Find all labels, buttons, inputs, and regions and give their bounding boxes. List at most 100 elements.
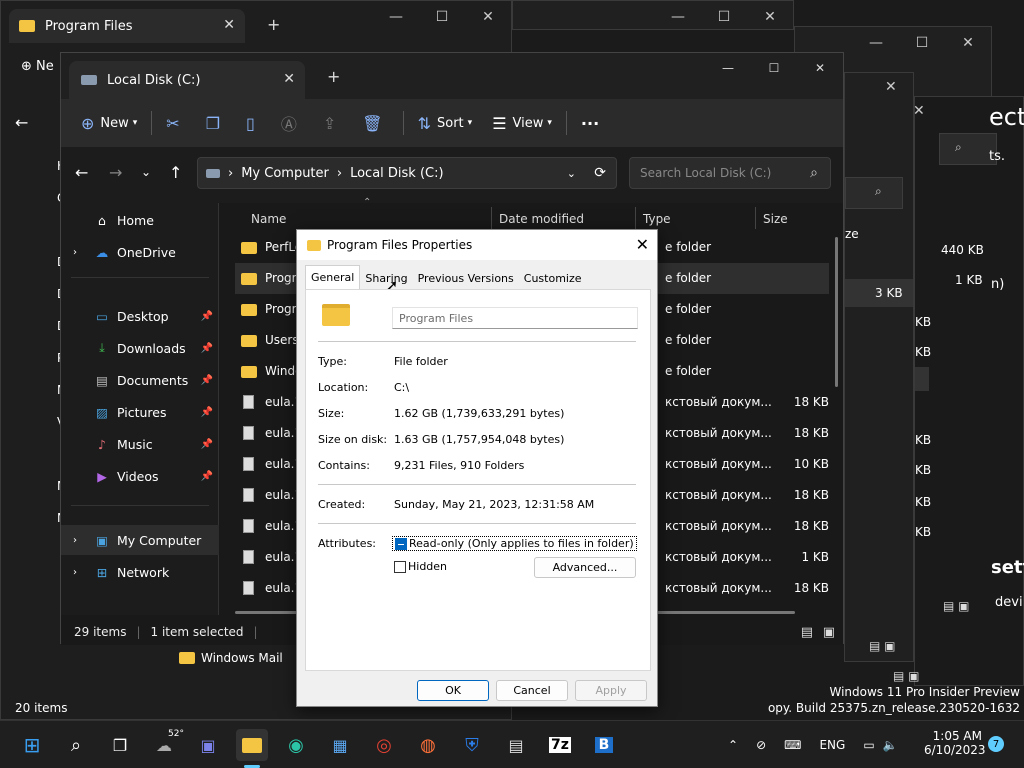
readonly-checkbox[interactable]: Read-only (Only applies to files in fold… bbox=[392, 536, 637, 551]
view-toggle-icons[interactable]: ▤ ▣ bbox=[869, 639, 896, 653]
teams-button[interactable]: ▣ bbox=[192, 729, 224, 761]
network-disconnected-icon[interactable]: ⊘ bbox=[756, 738, 766, 752]
bg-new-button[interactable]: ⊕ Ne bbox=[21, 59, 54, 74]
close-icon[interactable]: ✕ bbox=[636, 235, 649, 254]
background-window-5[interactable]: ✕ ⌕ ect ts. 440 KB 1 KB n) KB KB KB KB K… bbox=[893, 96, 1024, 686]
chevron-right-icon[interactable]: › bbox=[73, 247, 93, 258]
chevron-down-icon[interactable]: ⌄ bbox=[567, 167, 576, 180]
bg-tab[interactable]: Program Files ✕ bbox=[9, 9, 245, 43]
minimize-icon[interactable]: — bbox=[373, 1, 419, 33]
back-arrow-icon[interactable]: ← bbox=[75, 163, 88, 182]
pin-icon[interactable]: 📌 bbox=[201, 375, 213, 386]
breadcrumb-my-computer[interactable]: My Computer bbox=[241, 166, 329, 181]
close-icon[interactable]: ✕ bbox=[223, 17, 235, 33]
language-indicator[interactable]: ENG bbox=[819, 738, 845, 752]
pin-icon[interactable]: 📌 bbox=[201, 343, 213, 354]
more-options-button[interactable]: ··· bbox=[571, 105, 609, 141]
firefox-button[interactable]: ◍ bbox=[412, 729, 444, 761]
chevron-right-icon[interactable]: › bbox=[73, 535, 93, 546]
search-icon[interactable]: ⌕ bbox=[810, 165, 818, 181]
details-view-icon[interactable]: ▤ bbox=[801, 625, 813, 640]
view-toggle-icons[interactable]: ▤ ▣ bbox=[943, 599, 970, 613]
advanced-button[interactable]: Advanced... bbox=[534, 557, 636, 578]
edge-button[interactable]: ◉ bbox=[280, 729, 312, 761]
tiles-view-icon[interactable]: ▣ bbox=[823, 625, 835, 640]
minimize-icon[interactable]: — bbox=[655, 1, 701, 33]
maximize-icon[interactable]: ☐ bbox=[751, 53, 797, 83]
chrome-button[interactable]: ◎ bbox=[368, 729, 400, 761]
view-toggle-icons[interactable]: ▤ ▣ bbox=[893, 669, 920, 683]
view-button[interactable]: ☰ View ▾ bbox=[482, 105, 562, 141]
folder-name-input[interactable]: Program Files bbox=[392, 307, 638, 329]
search-input[interactable]: Search Local Disk (C:) ⌕ bbox=[629, 157, 831, 189]
background-window-4[interactable]: ✕ ⌕ ze 3 KB ▤ ▣ bbox=[844, 72, 914, 662]
properties-dialog[interactable]: Program Files Properties ✕ General Shari… bbox=[296, 229, 658, 707]
column-header-size[interactable]: Size bbox=[763, 207, 788, 231]
nav-videos[interactable]: ▶ Videos 📌 bbox=[61, 461, 219, 491]
forward-arrow-icon[interactable]: → bbox=[109, 163, 122, 182]
search-icon[interactable]: ⌕ bbox=[875, 184, 882, 199]
nav-music[interactable]: ♪ Music 📌 bbox=[61, 429, 219, 459]
chevron-up-icon[interactable]: ⌃ bbox=[728, 738, 738, 752]
share-button[interactable]: ⇪ bbox=[313, 105, 352, 141]
sort-button[interactable]: ⇅ Sort ▾ bbox=[408, 105, 483, 141]
nav-pictures[interactable]: ▨ Pictures 📌 bbox=[61, 397, 219, 427]
nav-network[interactable]: › ⊞ Network bbox=[61, 557, 219, 587]
close-icon[interactable]: ✕ bbox=[465, 1, 511, 33]
keyboard-icon[interactable]: ⌨ bbox=[784, 738, 801, 752]
nav-home[interactable]: ⌂ Home bbox=[61, 205, 219, 235]
delete-button[interactable]: 🗑 bbox=[352, 105, 398, 141]
cancel-button[interactable]: Cancel bbox=[496, 680, 568, 701]
maximize-icon[interactable]: ☐ bbox=[419, 1, 465, 33]
bg-selected-row[interactable] bbox=[915, 367, 929, 391]
tab-general[interactable]: General bbox=[305, 265, 361, 289]
pin-icon[interactable]: 📌 bbox=[201, 407, 213, 418]
new-button[interactable]: ⊕ New ▾ bbox=[71, 105, 147, 141]
breadcrumb-local-disk[interactable]: Local Disk (C:) bbox=[350, 166, 443, 181]
ok-button[interactable]: OK bbox=[417, 680, 489, 701]
file-explorer-button[interactable] bbox=[236, 729, 268, 761]
copy-button[interactable]: ❐ bbox=[196, 105, 236, 141]
back-arrow-icon[interactable]: ← bbox=[15, 113, 28, 132]
nav-documents[interactable]: ▤ Documents 📌 bbox=[61, 365, 219, 395]
tab-local-disk[interactable]: Local Disk (C:) ✕ bbox=[69, 61, 305, 99]
column-header-date[interactable]: Date modified bbox=[499, 207, 584, 231]
hidden-checkbox[interactable]: Hidden bbox=[394, 560, 447, 573]
tab-customize[interactable]: Customize bbox=[519, 267, 587, 289]
search-icon[interactable]: ⌕ bbox=[955, 140, 962, 155]
cut-button[interactable]: ✂ bbox=[156, 105, 195, 141]
column-header-name[interactable]: Name bbox=[251, 207, 286, 231]
bg-folder-row[interactable]: Windows Mail bbox=[179, 651, 283, 665]
nav-desktop[interactable]: ▭ Desktop 📌 bbox=[61, 301, 219, 331]
new-tab-icon[interactable]: + bbox=[327, 67, 340, 86]
chevron-right-icon[interactable]: › bbox=[73, 567, 93, 578]
nav-my-computer[interactable]: › ▣ My Computer bbox=[61, 525, 219, 555]
minimize-icon[interactable]: — bbox=[853, 27, 899, 59]
close-icon[interactable]: ✕ bbox=[747, 1, 793, 33]
apply-button[interactable]: Apply bbox=[575, 680, 647, 701]
rename-button[interactable]: Ⓐ bbox=[271, 105, 313, 141]
paste-button[interactable]: ▯ bbox=[236, 105, 271, 141]
up-arrow-icon[interactable]: ↑ bbox=[169, 163, 182, 182]
clock[interactable]: 1:05 AM 6/10/2023 bbox=[924, 729, 986, 757]
recent-chevron-icon[interactable]: ⌄ bbox=[141, 165, 151, 179]
refresh-icon[interactable]: ⟳ bbox=[594, 165, 606, 181]
close-icon[interactable]: ✕ bbox=[797, 53, 843, 83]
task-view-button[interactable]: ❐ bbox=[104, 729, 136, 761]
bg-search-box[interactable] bbox=[845, 177, 903, 209]
widgets-button[interactable]: ☁ 52° bbox=[148, 729, 184, 761]
close-icon[interactable]: ✕ bbox=[885, 79, 897, 95]
minimize-icon[interactable]: — bbox=[705, 53, 751, 83]
pin-icon[interactable]: 📌 bbox=[201, 471, 213, 482]
store-button[interactable]: ▦ bbox=[324, 729, 356, 761]
close-icon[interactable]: ✕ bbox=[913, 103, 925, 119]
nav-downloads[interactable]: ⤓ Downloads 📌 bbox=[61, 333, 219, 363]
start-button[interactable]: ⊞ bbox=[16, 729, 48, 761]
7zip-button[interactable]: 7z bbox=[544, 729, 576, 761]
maximize-icon[interactable]: ☐ bbox=[899, 27, 945, 59]
column-header-type[interactable]: Type bbox=[643, 207, 671, 231]
nav-onedrive[interactable]: › ☁ OneDrive bbox=[61, 237, 219, 267]
address-bar[interactable]: › My Computer › Local Disk (C:) ⌄ ⟳ bbox=[197, 157, 617, 189]
display-icon[interactable]: ▭ bbox=[863, 738, 874, 752]
pin-icon[interactable]: 📌 bbox=[201, 311, 213, 322]
